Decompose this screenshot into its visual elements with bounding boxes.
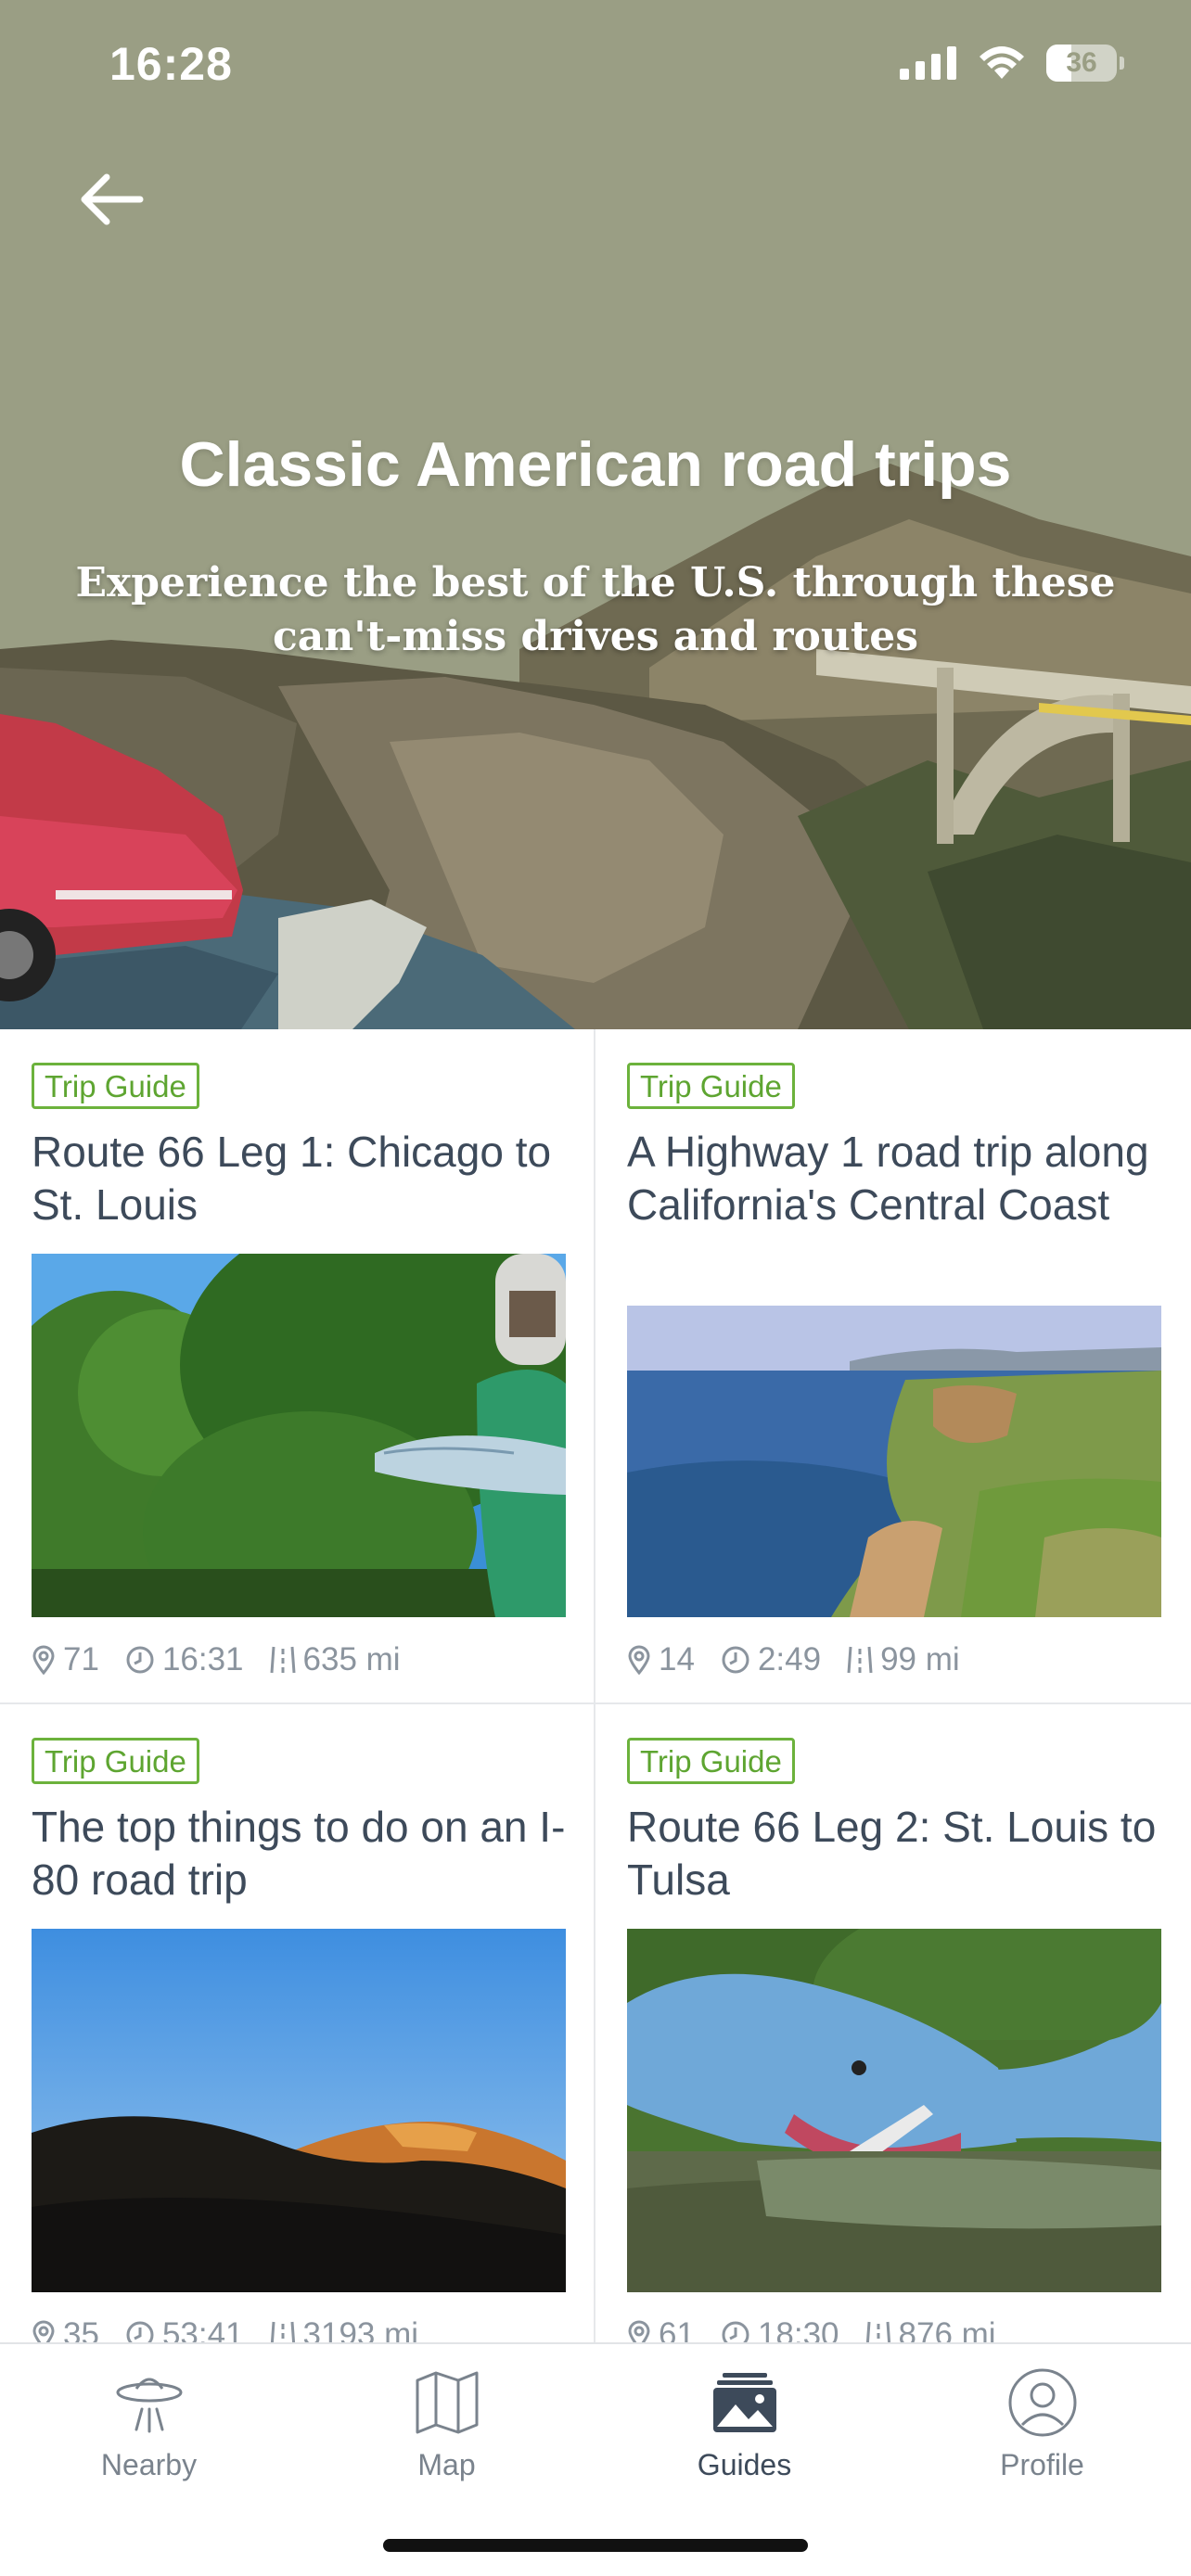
guide-title: A Highway 1 road trip along California's… bbox=[627, 1128, 1149, 1229]
stop-count: 61 bbox=[659, 2316, 695, 2344]
battery-percentage: 36 bbox=[1066, 47, 1097, 78]
road-icon bbox=[865, 2321, 890, 2344]
guide-meta: 71 16:31 635 mi bbox=[32, 1641, 427, 1678]
arrow-left-icon bbox=[81, 173, 144, 225]
guide-card[interactable]: Trip Guide A Highway 1 road trip along C… bbox=[596, 1029, 1191, 1704]
wifi-icon bbox=[980, 46, 1024, 79]
clock-icon bbox=[126, 1646, 154, 1674]
guide-meta: 61 18:30 876 mi bbox=[627, 2316, 1022, 2344]
ufo-icon bbox=[116, 2378, 182, 2433]
road-icon bbox=[270, 2321, 295, 2344]
stop-count: 35 bbox=[63, 2316, 99, 2344]
astronaut-statue-photo bbox=[32, 1254, 566, 1617]
road-icon bbox=[270, 1646, 296, 1674]
tab-label: Map bbox=[417, 2448, 476, 2481]
location-pin-icon bbox=[32, 2320, 55, 2344]
clock-icon bbox=[722, 2321, 749, 2344]
hero-illustration bbox=[0, 0, 1191, 1029]
location-pin-icon bbox=[628, 2320, 650, 2344]
guide-card[interactable]: Trip Guide Route 66 Leg 1: Chicago to St… bbox=[0, 1029, 596, 1704]
status-icons: 36 bbox=[900, 45, 1124, 82]
drive-time: 16:31 bbox=[161, 1641, 244, 1677]
signal-icon bbox=[900, 46, 956, 80]
hero-banner: 16:28 36 Classic American road trips Exp… bbox=[0, 0, 1191, 1029]
tab-guides[interactable]: Guides bbox=[596, 2363, 893, 2502]
guide-title: The top things to do on an I-80 road tri… bbox=[32, 1803, 566, 1904]
guides-grid: Trip Guide Route 66 Leg 1: Chicago to St… bbox=[0, 1029, 1191, 2344]
coastline-photo bbox=[627, 1306, 1161, 1617]
tab-label: Profile bbox=[1000, 2448, 1084, 2481]
drive-time: 18:30 bbox=[757, 2316, 839, 2344]
status-time: 16:28 bbox=[109, 38, 233, 90]
clock-icon bbox=[126, 2321, 154, 2344]
battery-icon: 36 bbox=[1046, 45, 1124, 82]
guide-card[interactable]: Trip Guide Route 66 Leg 2: St. Louis to … bbox=[596, 1704, 1191, 2344]
location-pin-icon bbox=[32, 1645, 55, 1675]
distance: 99 mi bbox=[880, 1641, 960, 1677]
back-button[interactable] bbox=[65, 153, 158, 246]
guide-card[interactable]: Trip Guide The top things to do on an I-… bbox=[0, 1704, 596, 2344]
tab-label: Nearby bbox=[100, 2448, 198, 2481]
trip-guide-badge: Trip Guide bbox=[627, 1738, 795, 1784]
guide-meta: 35 53:41 3193 mi bbox=[32, 2316, 444, 2344]
distance: 635 mi bbox=[302, 1641, 401, 1677]
distance: 876 mi bbox=[898, 2316, 996, 2344]
guide-title: Route 66 Leg 1: Chicago to St. Louis bbox=[32, 1128, 552, 1229]
page-subtitle: Experience the best of the U.S. through … bbox=[75, 559, 1116, 660]
tab-nearby[interactable]: Nearby bbox=[0, 2363, 298, 2502]
trip-guide-badge: Trip Guide bbox=[627, 1063, 795, 1109]
page-title: Classic American road trips bbox=[179, 429, 1012, 500]
road-icon bbox=[847, 1646, 873, 1674]
stop-count: 14 bbox=[659, 1641, 695, 1677]
map-icon bbox=[416, 2371, 478, 2434]
trip-guide-badge: Trip Guide bbox=[32, 1063, 199, 1109]
guides-icon bbox=[712, 2373, 776, 2432]
home-indicator bbox=[383, 2539, 808, 2552]
drive-time: 53:41 bbox=[161, 2316, 244, 2344]
status-bar: 16:28 36 bbox=[0, 0, 1191, 130]
screen: 16:28 36 Classic American road trips Exp… bbox=[0, 0, 1191, 2576]
location-pin-icon bbox=[628, 1645, 650, 1675]
tab-profile[interactable]: Profile bbox=[893, 2363, 1191, 2502]
guide-meta: 14 2:49 99 mi bbox=[627, 1641, 986, 1678]
blue-whale-photo bbox=[627, 1929, 1161, 2292]
tab-map[interactable]: Map bbox=[298, 2363, 596, 2502]
trip-guide-badge: Trip Guide bbox=[32, 1738, 199, 1784]
stop-count: 71 bbox=[63, 1641, 99, 1677]
drive-time: 2:49 bbox=[757, 1641, 822, 1677]
clock-icon bbox=[722, 1646, 749, 1674]
profile-icon bbox=[1008, 2368, 1076, 2437]
distance: 3193 mi bbox=[302, 2316, 419, 2344]
guide-title: Route 66 Leg 2: St. Louis to Tulsa bbox=[627, 1803, 1157, 1904]
tab-label: Guides bbox=[697, 2448, 792, 2481]
mountain-sunset-photo bbox=[32, 1929, 566, 2292]
